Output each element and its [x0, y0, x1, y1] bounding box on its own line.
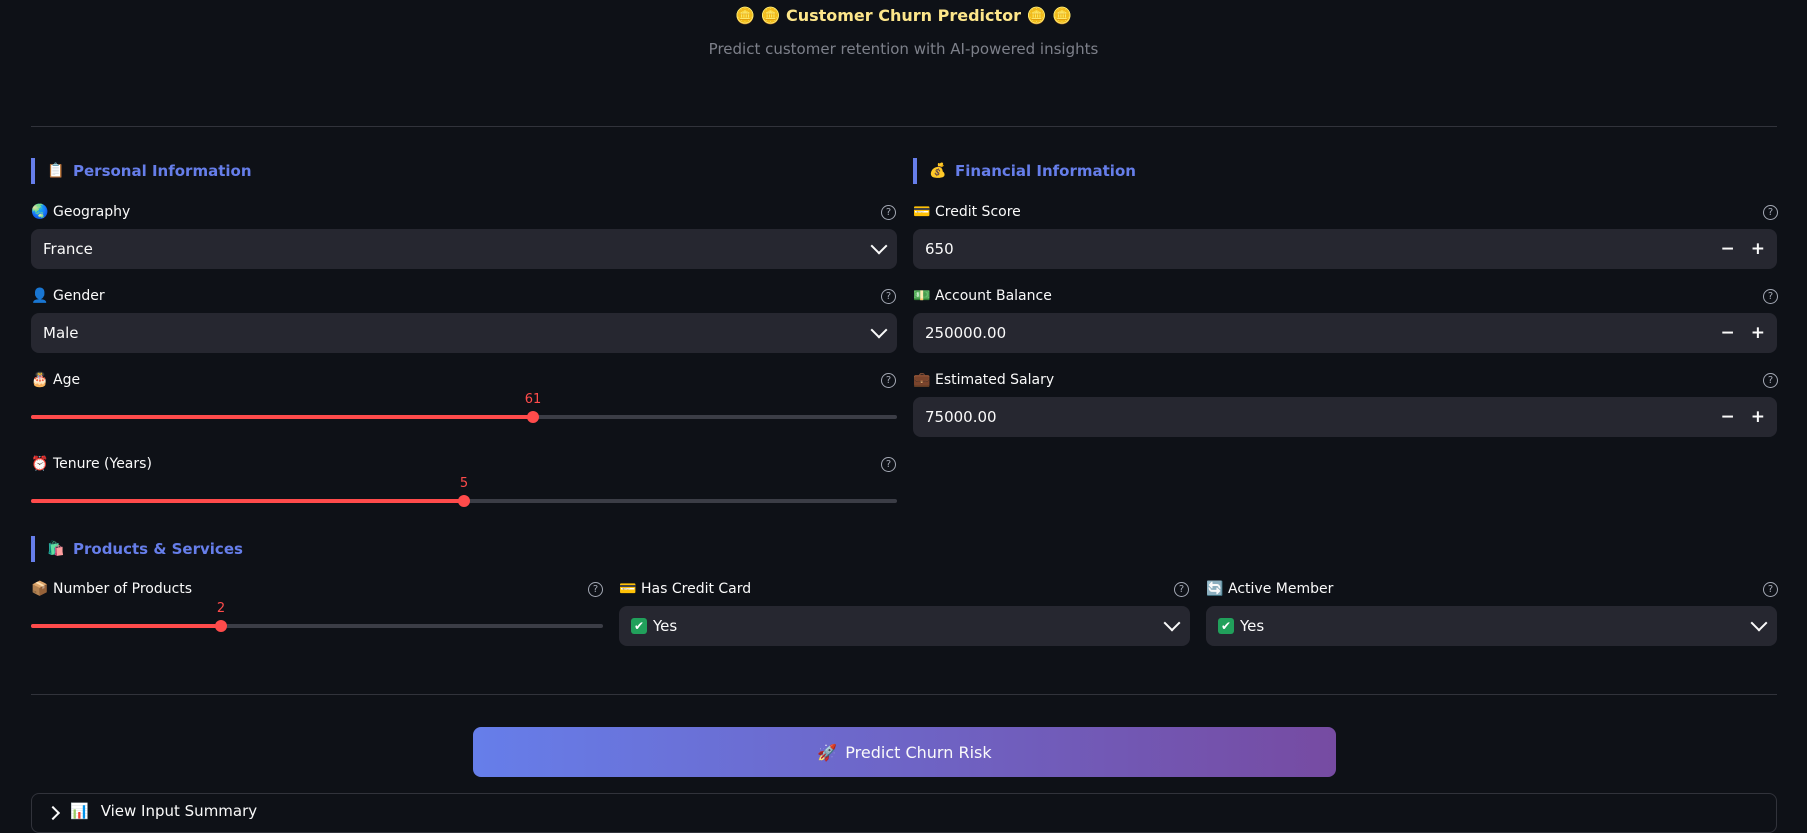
- num-products-label-text: Number of Products: [53, 581, 193, 597]
- salary-label: 💼 Estimated Salary: [913, 370, 1054, 390]
- num-products-slider[interactable]: 2: [31, 601, 603, 632]
- increment-button[interactable]: +: [1751, 323, 1765, 343]
- section-personal-label: Personal Information: [73, 162, 252, 180]
- section-products-label: Products & Services: [73, 540, 243, 558]
- credit-score-input[interactable]: 650 − +: [913, 229, 1777, 269]
- age-slider[interactable]: 61: [31, 392, 897, 423]
- salary-input[interactable]: 75000.00 − +: [913, 397, 1777, 437]
- credit-card-icon: 💳: [913, 204, 931, 220]
- slider-fill: [31, 415, 533, 419]
- increment-button[interactable]: +: [1751, 407, 1765, 427]
- shopping-bags-icon: 🛍️: [47, 541, 65, 557]
- slider-fill: [31, 624, 221, 628]
- help-icon[interactable]: ?: [881, 373, 896, 388]
- chevron-down-icon: [1163, 614, 1181, 632]
- decrement-button[interactable]: −: [1721, 407, 1735, 427]
- has-card-select[interactable]: ✔ Yes: [619, 606, 1190, 646]
- credit-score-value[interactable]: 650: [925, 240, 1721, 258]
- section-financial-label: Financial Information: [955, 162, 1136, 180]
- divider-top: [31, 126, 1777, 127]
- balance-label-text: Account Balance: [935, 288, 1052, 304]
- refresh-icon: 🔄: [1206, 581, 1224, 597]
- help-icon[interactable]: ?: [1763, 373, 1778, 388]
- age-label-text: Age: [53, 372, 81, 388]
- section-products-header: 🛍️ Products & Services: [31, 536, 243, 562]
- person-icon: 👤: [31, 288, 49, 304]
- clipboard-icon: 📋: [47, 163, 65, 179]
- balance-value[interactable]: 250000.00: [925, 324, 1721, 342]
- slider-thumb[interactable]: [215, 620, 227, 632]
- section-financial-header: 💰 Financial Information: [913, 158, 1136, 184]
- tenure-label: ⏰ Tenure (Years): [31, 454, 152, 474]
- geography-label: 🌏 Geography: [31, 202, 130, 222]
- increment-button[interactable]: +: [1751, 239, 1765, 259]
- chevron-down-icon: [870, 237, 888, 255]
- decrement-button[interactable]: −: [1721, 323, 1735, 343]
- package-icon: 📦: [31, 581, 49, 597]
- gender-label: 👤 Gender: [31, 286, 105, 306]
- help-icon[interactable]: ?: [588, 582, 603, 597]
- help-icon[interactable]: ?: [1763, 582, 1778, 597]
- chevron-down-icon: [1750, 614, 1768, 632]
- age-label: 🎂 Age: [31, 370, 80, 390]
- page-subtitle: Predict customer retention with AI-power…: [708, 40, 1099, 58]
- help-icon[interactable]: ?: [881, 205, 896, 220]
- balance-input[interactable]: 250000.00 − +: [913, 313, 1777, 353]
- briefcase-icon: 💼: [913, 372, 931, 388]
- num-products-label: 📦 Number of Products: [31, 579, 192, 599]
- active-member-label: 🔄 Active Member: [1206, 579, 1333, 599]
- tenure-value: 5: [459, 476, 469, 491]
- money-bag-icon: 💰: [929, 163, 947, 179]
- decrement-button[interactable]: −: [1721, 239, 1735, 259]
- check-icon: ✔: [1218, 618, 1234, 634]
- cake-icon: 🎂: [31, 372, 49, 388]
- geography-value: France: [43, 240, 93, 258]
- credit-score-label: 💳 Credit Score: [913, 202, 1021, 222]
- salary-value[interactable]: 75000.00: [925, 408, 1721, 426]
- gender-select[interactable]: Male: [31, 313, 897, 353]
- globe-icon: 🌏: [31, 204, 49, 220]
- predict-button[interactable]: 🚀 Predict Churn Risk: [473, 727, 1336, 777]
- help-icon[interactable]: ?: [1763, 289, 1778, 304]
- section-personal-header: 📋 Personal Information: [31, 158, 252, 184]
- help-icon[interactable]: ?: [1174, 582, 1189, 597]
- input-summary-expander[interactable]: 📊 View Input Summary: [31, 793, 1777, 833]
- age-value: 61: [524, 392, 542, 407]
- gender-value: Male: [43, 324, 79, 342]
- clock-icon: ⏰: [31, 456, 49, 472]
- divider-bottom: [31, 694, 1777, 695]
- rocket-icon: 🚀: [817, 742, 838, 762]
- expander-label: View Input Summary: [100, 802, 258, 820]
- has-card-value: Yes: [653, 617, 678, 635]
- slider-thumb[interactable]: [527, 411, 539, 423]
- tenure-label-text: Tenure (Years): [53, 456, 152, 472]
- geography-select[interactable]: France: [31, 229, 897, 269]
- chart-icon: 📊: [70, 802, 89, 820]
- help-icon[interactable]: ?: [1763, 205, 1778, 220]
- has-card-label-text: Has Credit Card: [641, 581, 752, 597]
- slider-thumb[interactable]: [458, 495, 470, 507]
- gender-label-text: Gender: [53, 288, 105, 304]
- active-member-select[interactable]: ✔ Yes: [1206, 606, 1777, 646]
- predict-button-label: Predict Churn Risk: [845, 742, 992, 762]
- dollar-bill-icon: 💵: [913, 288, 931, 304]
- help-icon[interactable]: ?: [881, 289, 896, 304]
- page-title: 🪙 🪙 Customer Churn Predictor 🪙 🪙: [734, 6, 1073, 25]
- active-member-label-text: Active Member: [1228, 581, 1334, 597]
- active-member-value: Yes: [1240, 617, 1265, 635]
- num-products-value: 2: [216, 601, 226, 616]
- salary-label-text: Estimated Salary: [935, 372, 1055, 388]
- geography-label-text: Geography: [53, 204, 131, 220]
- check-icon: ✔: [631, 618, 647, 634]
- balance-label: 💵 Account Balance: [913, 286, 1052, 306]
- credit-score-label-text: Credit Score: [935, 204, 1021, 220]
- credit-card-icon: 💳: [619, 581, 637, 597]
- has-card-label: 💳 Has Credit Card: [619, 579, 751, 599]
- chevron-down-icon: [870, 321, 888, 339]
- slider-fill: [31, 499, 464, 503]
- help-icon[interactable]: ?: [881, 457, 896, 472]
- tenure-slider[interactable]: 5: [31, 476, 897, 507]
